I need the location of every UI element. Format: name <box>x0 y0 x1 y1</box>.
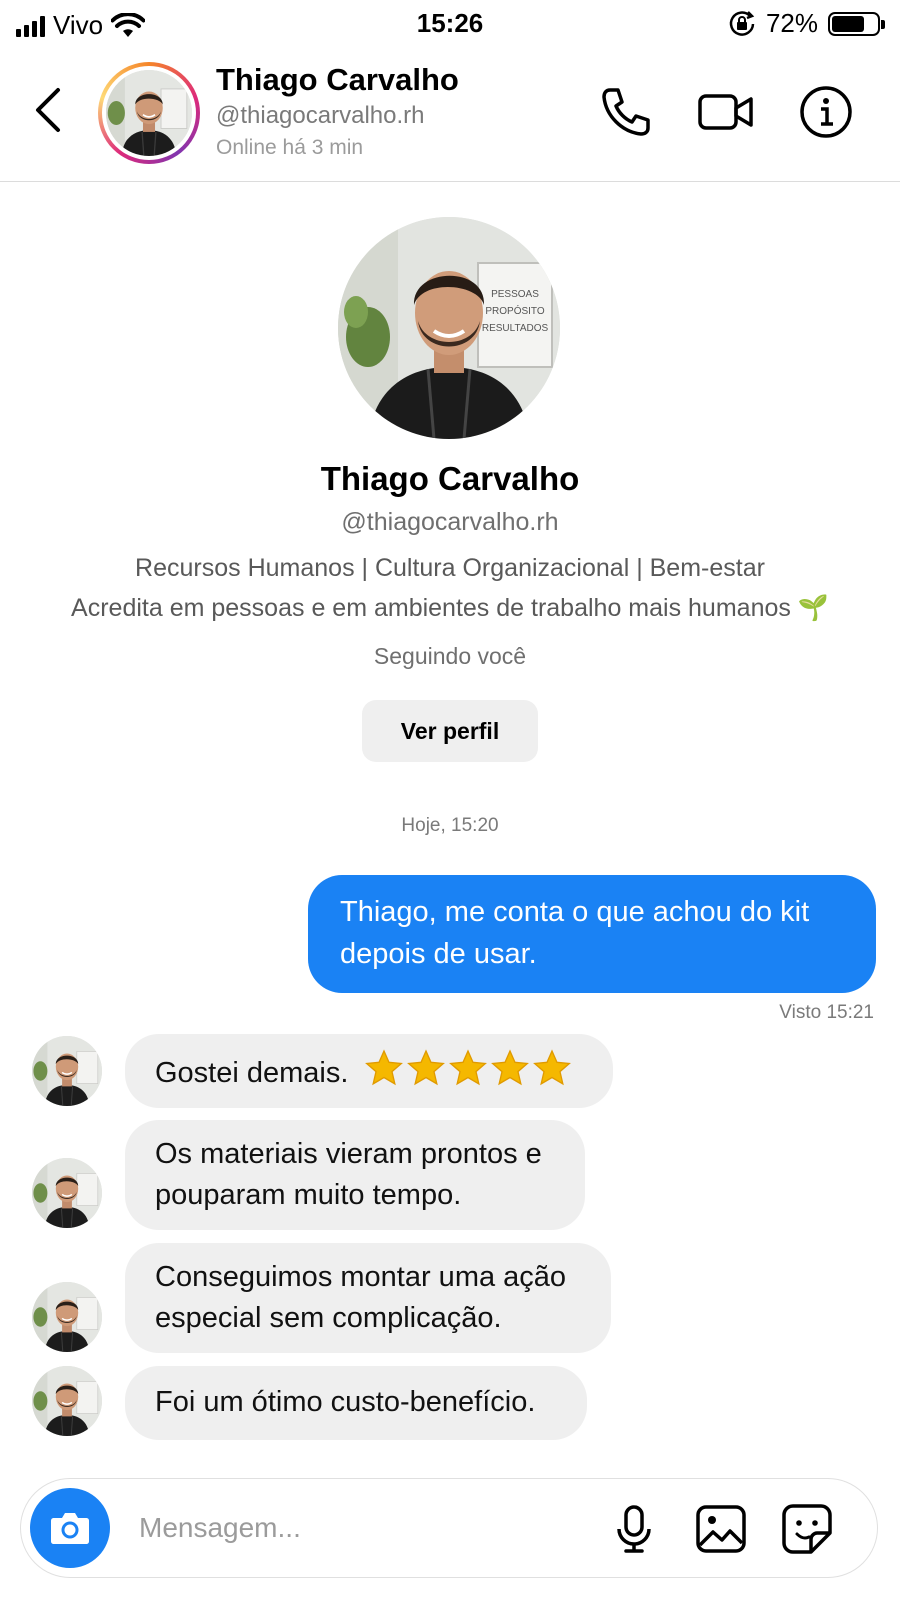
header-contact-handle: @thiagocarvalho.rh <box>216 102 425 129</box>
rotation-lock-icon <box>729 10 755 36</box>
star-icon <box>406 1048 446 1088</box>
rating-stars <box>364 1048 572 1088</box>
video-icon[interactable] <box>696 82 756 142</box>
message-input[interactable] <box>139 1507 579 1549</box>
message-avatar[interactable] <box>32 1282 102 1352</box>
profile-bio-line-1: Recursos Humanos | Cultura Organizaciona… <box>135 554 765 582</box>
battery-fill <box>832 15 864 32</box>
header-contact-name[interactable]: Thiago Carvalho <box>216 62 459 98</box>
status-right: 72% <box>728 8 885 39</box>
avatar-photo <box>106 70 192 156</box>
message-text: Gostei demais. <box>155 1057 349 1089</box>
sign-word-2: PROPÓSITO <box>485 304 544 317</box>
star-icon <box>490 1048 530 1088</box>
status-bar: Vivo 15:26 72% <box>0 0 900 50</box>
message-avatar[interactable] <box>32 1036 102 1106</box>
header-avatar[interactable] <box>98 62 200 164</box>
outgoing-message[interactable]: Thiago, me conta o que achou do kit depo… <box>308 875 876 993</box>
info-icon[interactable] <box>796 82 856 142</box>
message-composer <box>20 1478 878 1578</box>
sign-word-1: PESSOAS <box>491 289 539 300</box>
chat-header: Thiago Carvalho @thiagocarvalho.rh Onlin… <box>0 50 900 182</box>
incoming-message-1[interactable]: Gostei demais. <box>125 1034 613 1108</box>
message-avatar[interactable] <box>32 1158 102 1228</box>
message-avatar[interactable] <box>32 1366 102 1436</box>
incoming-message-2[interactable]: Os materiais vieram prontos e pouparam m… <box>125 1120 585 1230</box>
microphone-icon[interactable] <box>606 1501 662 1557</box>
camera-button[interactable] <box>30 1488 110 1568</box>
profile-handle: @thiagocarvalho.rh <box>341 508 559 536</box>
sticker-icon[interactable] <box>779 1501 835 1557</box>
phone-icon[interactable] <box>596 82 656 142</box>
incoming-message-4[interactable]: Foi um ótimo custo-benefício. <box>125 1366 587 1440</box>
star-icon <box>532 1048 572 1088</box>
back-icon[interactable] <box>28 80 68 140</box>
chat-date-separator: Hoje, 15:20 <box>401 815 499 836</box>
view-profile-button[interactable]: Ver perfil <box>362 700 538 762</box>
profile-photo[interactable]: PESSOAS PROPÓSITO RESULTADOS <box>338 217 560 439</box>
header-online-status: Online há 3 min <box>216 136 364 159</box>
sign-word-3: RESULTADOS <box>482 323 549 334</box>
camera-icon <box>51 1513 89 1544</box>
seen-receipt: Visto 15:21 <box>779 1002 874 1023</box>
star-icon <box>364 1048 404 1088</box>
gallery-icon[interactable] <box>693 1501 749 1557</box>
profile-name: Thiago Carvalho <box>320 460 580 497</box>
incoming-message-3[interactable]: Conseguimos montar uma ação especial sem… <box>125 1243 611 1353</box>
profile-bio-line-2: Acredita em pessoas e em ambientes de tr… <box>71 594 829 622</box>
star-icon <box>448 1048 488 1088</box>
following-status: Seguindo você <box>373 643 527 669</box>
battery-icon <box>828 11 885 36</box>
battery-percent: 72% <box>765 8 818 38</box>
